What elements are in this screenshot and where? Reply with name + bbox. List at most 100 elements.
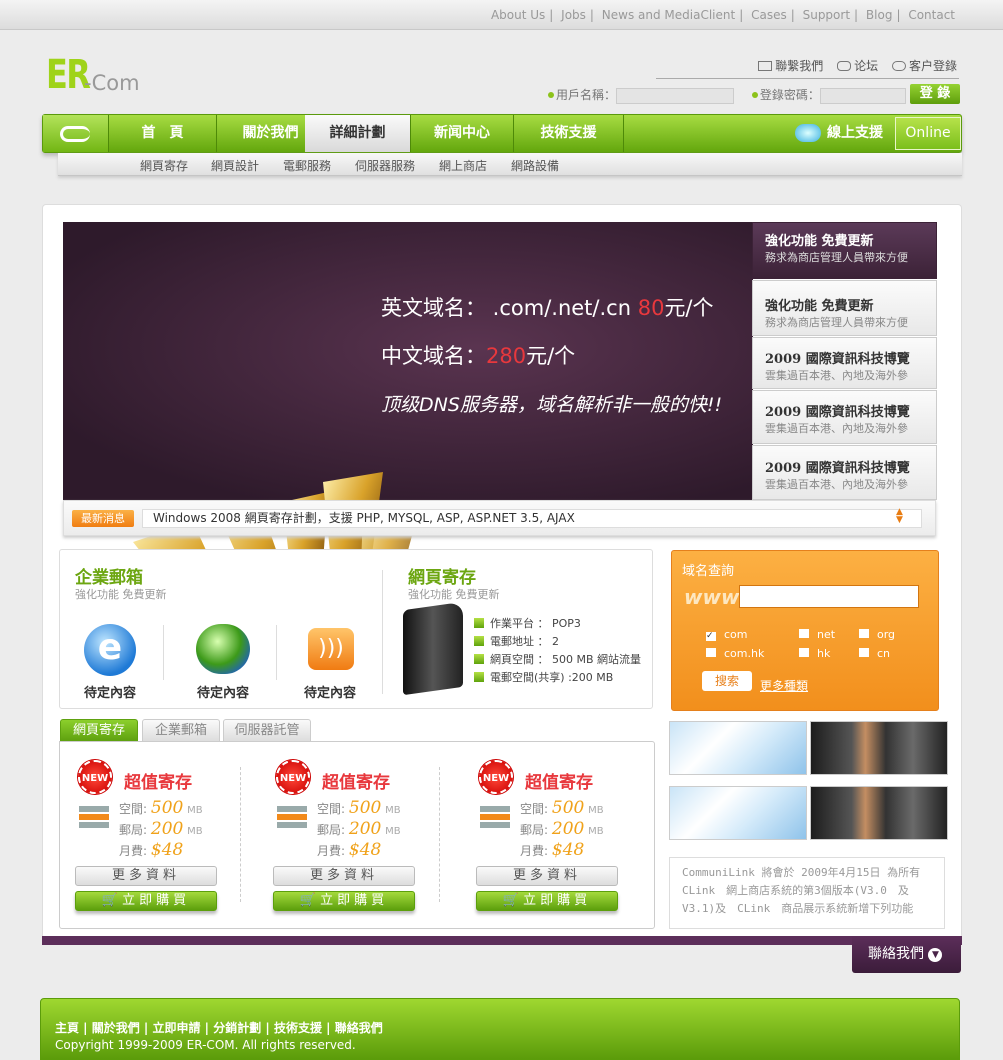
banner[interactable]: 英文域名： .com/.net/.cn 80元/个 中文域名：280元/个 顶级… xyxy=(63,222,753,662)
more-info-button[interactable]: 更多資料 xyxy=(75,866,217,886)
toplink-cases[interactable]: Cases xyxy=(751,8,787,22)
contact-us-button[interactable]: 聯絡我們 ▼ xyxy=(852,936,961,973)
bullet-icon xyxy=(548,92,554,98)
buy-now-button[interactable]: 🛒立即購買 xyxy=(75,891,217,911)
buy-now-button[interactable]: 🛒立即購買 xyxy=(476,891,618,911)
opt-cn[interactable]: cn xyxy=(859,644,919,663)
network-thumbnail[interactable] xyxy=(669,786,807,840)
nav-tech[interactable]: 技術支援 xyxy=(514,115,624,152)
subnav-email[interactable]: 電郵服務 xyxy=(283,157,331,174)
logo[interactable]: ER xyxy=(46,52,91,98)
globe-icon xyxy=(196,624,250,674)
footer-links[interactable]: 主頁 | 關於我們 | 立即申請 | 分銷計劃 | 技術支援 | 聯絡我們 xyxy=(55,1019,945,1036)
bullet-icon xyxy=(751,92,758,98)
banner-side-item[interactable]: 2009 國際資訊科技博覽 雲集過百本港、內地及海外參 xyxy=(752,445,937,500)
toplink-support[interactable]: Support xyxy=(803,8,850,22)
server-stack-icon xyxy=(277,806,307,854)
util-forum[interactable]: 论坛 xyxy=(837,59,878,73)
cart-icon: 🛒 xyxy=(502,893,524,908)
subnav-design[interactable]: 網頁設計 xyxy=(211,157,259,174)
toplink-news[interactable]: News and MediaClient xyxy=(602,8,735,22)
password-input[interactable] xyxy=(819,87,906,104)
more-info-button[interactable]: 更多資料 xyxy=(476,866,618,886)
hosting-title: 網頁寄存 xyxy=(408,568,476,588)
domain-input[interactable] xyxy=(739,585,919,608)
copyright: Copyright 1999-2009 ER-COM. All rights r… xyxy=(55,1038,356,1052)
checkbox xyxy=(859,648,869,657)
news-text[interactable]: Windows 2008 網頁寄存計劃，支援 PHP, MYSQL, ASP, … xyxy=(142,509,922,528)
cube-icon xyxy=(474,618,484,628)
plan-title: 超值寄存 xyxy=(525,773,593,793)
tab-hosting[interactable]: 網頁寄存 xyxy=(60,719,138,741)
opt-com[interactable]: ✓ com xyxy=(706,625,796,644)
nav-news[interactable]: 新闻中心 xyxy=(411,115,514,152)
search-button[interactable]: 搜索 xyxy=(702,671,752,691)
username-label: 用戶名稱： xyxy=(556,88,617,102)
network-thumbnail[interactable] xyxy=(669,721,807,775)
banner-side-item[interactable]: 強化功能 免費更新 務求為商店管理人員帶來方便 xyxy=(752,222,937,279)
subnav-shop[interactable]: 網上商店 xyxy=(439,157,487,174)
top-links: About Us | Jobs | News and MediaClient | Ca… xyxy=(490,8,955,22)
plans-panel: NEW 超值寄存 空間: 500 MB 郵局: 200 MB 月費: $48 更… xyxy=(59,741,655,929)
banner-side-item[interactable]: 2009 國際資訊科技博覽 雲集過百本港、內地及海外參 xyxy=(752,337,937,389)
server-stack-icon xyxy=(480,806,510,854)
nav-plans[interactable]: 詳細計劃 xyxy=(305,115,411,152)
subnav-server[interactable]: 伺服器服務 xyxy=(355,157,415,174)
forum-icon xyxy=(837,61,852,71)
datacenter-thumbnail[interactable] xyxy=(810,721,948,775)
server-icon xyxy=(403,601,463,696)
subnav-network[interactable]: 網路設備 xyxy=(511,157,559,174)
tab-colocation[interactable]: 伺服器託管 xyxy=(223,719,311,741)
user-icon xyxy=(891,61,906,71)
cube-icon xyxy=(474,654,484,664)
item-caption[interactable]: 待定內容 xyxy=(178,682,268,701)
tab-email[interactable]: 企業郵箱 xyxy=(142,719,220,741)
rss-icon: ))) xyxy=(308,628,354,670)
plan-card: NEW 超值寄存 空間: 500 MB 郵局: 200 MB 月費: $48 更… xyxy=(74,756,244,926)
more-types-link[interactable]: 更多種類 xyxy=(760,677,808,694)
checkbox xyxy=(859,629,869,638)
login-form: 用戶名稱： 登錄密碼： xyxy=(548,86,906,104)
opt-comhk[interactable]: com.hk xyxy=(706,644,796,663)
plan-title: 超值寄存 xyxy=(322,773,390,793)
toplink-jobs[interactable]: Jobs xyxy=(561,8,586,22)
buy-now-button[interactable]: 🛒立即購買 xyxy=(273,891,415,911)
banner-side-item[interactable]: 強化功能 免費更新 務求為商店管理人員帶來方便 xyxy=(752,280,937,336)
opt-net[interactable]: net xyxy=(799,625,859,644)
new-badge: NEW xyxy=(78,760,112,794)
new-badge: NEW xyxy=(276,760,310,794)
plan-tabs: 網頁寄存 企業郵箱 伺服器託管 xyxy=(60,719,320,741)
subnav-hosting[interactable]: 網頁寄存 xyxy=(140,157,188,174)
banner-line-3: 顶级DNS服务器，域名解析非一般的快!! xyxy=(381,394,723,416)
divider xyxy=(276,625,277,680)
plan-card: NEW 超值寄存 空間: 500 MB 郵局: 200 MB 月費: $48 更… xyxy=(475,756,645,926)
sub-nav: 網頁寄存 網頁設計 電郵服務 伺服器服務 網上商店 網路設備 xyxy=(58,153,962,176)
online-support[interactable]: 線上支援 xyxy=(795,115,883,152)
item-caption[interactable]: 待定內容 xyxy=(65,682,155,701)
toplink-blog[interactable]: Blog xyxy=(866,8,893,22)
opt-org[interactable]: org xyxy=(859,625,919,644)
toplink-contact[interactable]: Contact xyxy=(908,8,955,22)
nav-home[interactable]: 首 頁 xyxy=(109,115,217,152)
util-login[interactable]: 客户登錄 xyxy=(891,59,957,73)
chat-icon xyxy=(795,124,821,142)
banner-side-item[interactable]: 2009 國際資訊科技博覽 雲集過百本港、內地及海外參 xyxy=(752,390,937,444)
online-button[interactable]: Online xyxy=(895,117,961,150)
checkbox-checked: ✓ xyxy=(706,632,716,641)
login-button[interactable]: 登 錄 xyxy=(910,84,960,104)
news-badge: 最新消息 xyxy=(72,510,134,527)
new-badge: NEW xyxy=(479,760,513,794)
utility-links: 聯繫我們 论坛 客户登錄 xyxy=(748,57,957,74)
username-input[interactable] xyxy=(616,87,735,104)
opt-hk[interactable]: hk xyxy=(799,644,859,663)
cart-icon: 🛒 xyxy=(299,893,321,908)
plan-details: 空間: 500 MB 郵局: 200 MB 月費: $48 xyxy=(317,798,401,860)
divider xyxy=(656,78,959,79)
nav-logo-icon[interactable] xyxy=(43,115,109,152)
item-caption[interactable]: 待定內容 xyxy=(285,682,375,701)
datacenter-thumbnail[interactable] xyxy=(810,786,948,840)
toplink-about[interactable]: About Us xyxy=(491,8,545,22)
util-contact[interactable]: 聯繫我們 xyxy=(758,59,823,73)
scroll-arrows-icon[interactable]: ▲ ▼ xyxy=(896,508,903,525)
more-info-button[interactable]: 更多資料 xyxy=(273,866,415,886)
